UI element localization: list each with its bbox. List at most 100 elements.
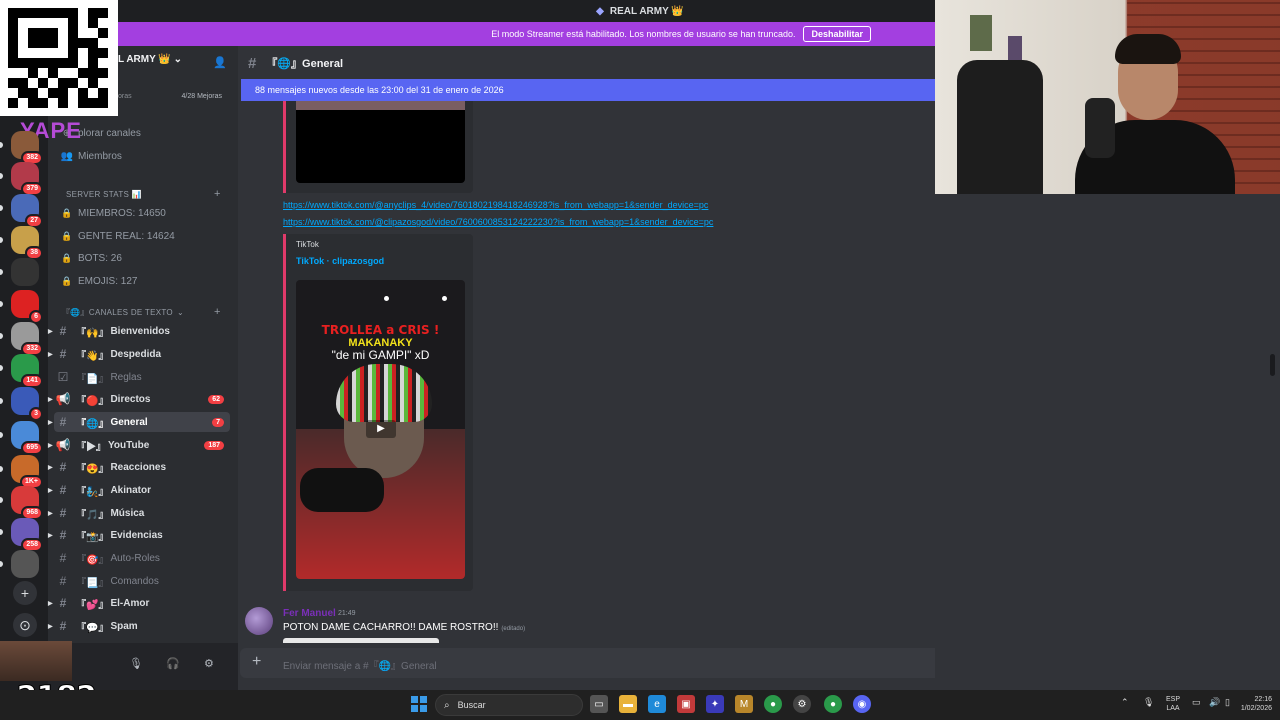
server-name-dropdown[interactable]: L ARMY 👑 ⌄ — [118, 54, 182, 65]
server-icon[interactable]: 258 — [0, 518, 43, 552]
channel-comandos[interactable]: # 『📃』 Comandos — [54, 571, 230, 591]
scrollbar[interactable] — [1270, 354, 1275, 376]
message-link[interactable]: https://www.tiktok.com/@anyclips_4/video… — [283, 200, 708, 210]
windows-start-icon[interactable] — [411, 696, 427, 712]
avatar[interactable] — [245, 607, 273, 635]
channel-prefix: 『🙌』 — [76, 327, 109, 339]
server-icon[interactable]: 968 — [0, 486, 43, 520]
language-indicator[interactable]: ESP LAA — [1162, 695, 1184, 713]
app-icon[interactable]: M — [735, 695, 753, 713]
add-channel-icon[interactable]: + — [214, 188, 220, 200]
channel-despedida[interactable]: ▶ # 『👋』 Despedida — [48, 344, 230, 364]
video-thumbnail[interactable] — [296, 101, 465, 183]
category-text-channels[interactable]: 『🌐』CANALES DE TEXTO ⌄ — [62, 307, 184, 318]
channel-reglas[interactable]: ☑ 『📄』 Reglas — [54, 367, 230, 387]
qr-module — [28, 48, 38, 58]
new-messages-banner[interactable]: 88 mensajes nuevos desde las 23:00 del 3… — [241, 79, 935, 101]
stat-item[interactable]: 🔒 GENTE REAL: 14624 — [60, 231, 174, 242]
server-icon[interactable]: 38 — [0, 226, 43, 260]
qr-module — [88, 68, 98, 78]
streamer-banner-text: El modo Streamer está habilitado. Los no… — [491, 29, 796, 39]
stat-item[interactable]: 🔒 EMOJIS: 127 — [60, 276, 137, 287]
chrome-icon[interactable]: ● — [764, 695, 782, 713]
server-icon[interactable]: 1K+ — [0, 455, 43, 489]
server-icon[interactable]: 695 — [0, 421, 43, 455]
embed-provider: TikTok — [296, 240, 319, 249]
server-icon[interactable]: 3 — [0, 387, 43, 421]
boost-progress[interactable]: oras 4/28 Mejoras — [118, 93, 222, 100]
members-item[interactable]: 👥 Miembros — [60, 151, 122, 162]
microphone-icon[interactable]: 🎙 — [129, 657, 143, 670]
qr-module — [48, 78, 58, 88]
discord-icon[interactable]: ◉ — [853, 695, 871, 713]
channel-m-sica[interactable]: ▶ # 『🎵』 Música — [48, 503, 230, 523]
server-icon[interactable]: 27 — [0, 194, 43, 228]
qr-module — [38, 58, 48, 68]
embed-video-thumbnail[interactable]: TROLLEA a CRIS ! MAKANAKY "de mi GAMPI" … — [296, 280, 465, 579]
channel-el-amor[interactable]: ▶ # 『💕』 El-Amor — [48, 593, 230, 613]
taskbar-search[interactable]: ⌕ Buscar — [435, 694, 583, 716]
channel-akinator[interactable]: ▶ # 『🧞』 Akinator — [48, 480, 230, 500]
qr-module — [98, 28, 108, 38]
webcam-poster — [970, 15, 992, 51]
qr-module — [68, 78, 78, 88]
discover-icon[interactable]: ⊙ — [13, 613, 37, 637]
qr-module — [38, 28, 48, 38]
hash-icon: # — [59, 506, 67, 520]
server-icon[interactable]: 141 — [0, 354, 43, 388]
new-messages-text: 88 mensajes nuevos desde las 23:00 del 3… — [255, 85, 504, 95]
server-icon[interactable] — [0, 550, 39, 578]
channel-spam[interactable]: ▶ # 『💬』 Spam — [48, 616, 230, 636]
category-server-stats[interactable]: SERVER STATS 📊 — [62, 190, 142, 199]
message-link[interactable]: https://www.tiktok.com/@clipazosgod/vide… — [283, 217, 713, 227]
app-icon[interactable]: ▣ — [677, 695, 695, 713]
qr-module — [98, 78, 108, 88]
qr-module — [18, 88, 28, 98]
file-explorer-icon[interactable]: ▬ — [619, 695, 637, 713]
volume-icon[interactable]: 🔊 — [1209, 697, 1220, 708]
copilot-icon[interactable]: ✦ — [706, 695, 724, 713]
taskbar — [0, 690, 1280, 720]
composer-input[interactable]: Enviar mensaje a #『🌐』General — [283, 657, 437, 672]
app-icon[interactable]: ⚙ — [793, 695, 811, 713]
webcam-person-hair — [1115, 34, 1181, 64]
channel-evidencias[interactable]: ▶ # 『📸』 Evidencias — [48, 525, 230, 545]
channel-directos[interactable]: ▶ 📢 『🔴』 Directos 62 — [48, 389, 230, 409]
server-icon[interactable] — [0, 258, 39, 286]
headphones-icon[interactable]: 🎧 — [166, 657, 180, 670]
edge-icon[interactable]: e — [648, 695, 666, 713]
add-attachment-icon[interactable]: + — [252, 653, 261, 671]
server-icon[interactable]: 379 — [0, 162, 43, 196]
message-attachment[interactable] — [283, 638, 439, 643]
server-icon[interactable]: 6 — [0, 290, 43, 324]
server-icon[interactable]: 332 — [0, 322, 43, 356]
streamer-mode-banner: El modo Streamer está habilitado. Los no… — [0, 22, 935, 46]
stat-item[interactable]: 🔒 MIEMBROS: 14650 — [60, 208, 165, 219]
disable-streamer-button[interactable]: Deshabilitar — [803, 26, 871, 42]
add-channel-icon[interactable]: + — [214, 306, 220, 318]
add-server-button[interactable]: + — [13, 581, 37, 605]
invite-people-icon[interactable]: 👤 — [213, 56, 227, 69]
webcam-mic — [1085, 98, 1115, 158]
channel-reacciones[interactable]: ▶ # 『😍』 Reacciones — [48, 457, 230, 477]
play-icon[interactable]: ▶ — [366, 420, 396, 438]
qr-module — [48, 28, 58, 38]
language-bottom: LAA — [1166, 705, 1180, 712]
channel-general[interactable]: ▶ # 『🌐』 General 7 — [48, 412, 230, 432]
channel-auto-roles[interactable]: # 『🎯』 Auto-Roles — [54, 548, 230, 568]
boost-label: oras — [118, 93, 132, 100]
gear-icon[interactable]: ⚙ — [204, 657, 214, 670]
chrome-icon[interactable]: ● — [824, 695, 842, 713]
stat-item[interactable]: 🔒 BOTS: 26 — [60, 253, 122, 264]
embed-author[interactable]: TikTok · clipazosgod — [296, 256, 384, 266]
chevron-up-icon[interactable]: ⌃ — [1121, 697, 1129, 708]
channel-bienvenidos[interactable]: ▶ # 『🙌』 Bienvenidos — [48, 321, 230, 341]
microphone-icon[interactable]: 🎙 — [1143, 697, 1154, 708]
task-view-icon[interactable]: ▭ — [590, 695, 608, 713]
hash-icon: # — [248, 54, 257, 72]
server-icon[interactable]: 382 — [0, 131, 43, 165]
message-username[interactable]: Fer Manuel — [283, 608, 336, 619]
network-icon[interactable]: ▭ — [1192, 697, 1201, 708]
channel-youtube[interactable]: ▶ 📢 『▶』 YouTube 187 — [48, 435, 230, 455]
clock[interactable]: 22:16 1/02/2026 — [1222, 695, 1272, 713]
